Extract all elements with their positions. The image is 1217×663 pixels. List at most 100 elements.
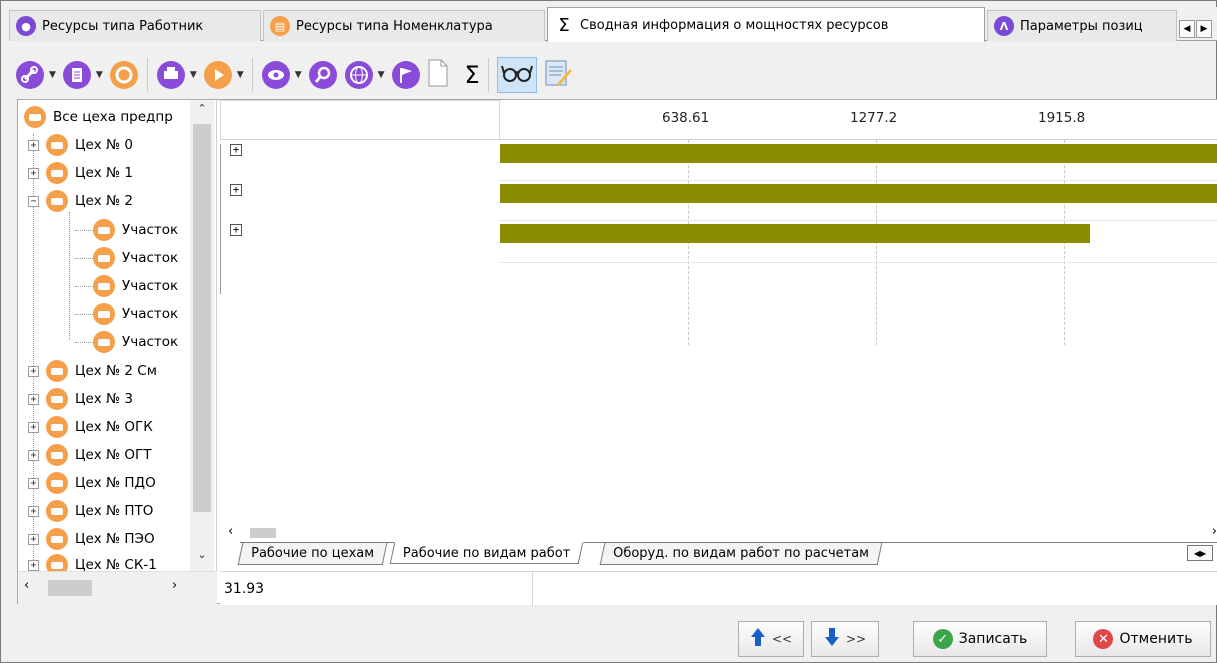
chevron-left-icon[interactable]: ‹ (228, 524, 233, 539)
expand-toggle[interactable]: + (28, 477, 39, 489)
tab-label: Ресурсы типа Работник (42, 18, 204, 34)
tree-child-item[interactable]: Участок (93, 273, 178, 299)
expand-toggle[interactable]: + (28, 139, 39, 151)
toolbar: ▼ ▼ ▼ ▼ ▼ ▼ Σ (15, 53, 1210, 97)
section-icon (93, 275, 115, 297)
expand-toggle[interactable]: + (28, 421, 39, 433)
chevron-down-icon[interactable]: ⌄ (190, 548, 214, 570)
tree-item[interactable]: + Цех № СК-1 (28, 552, 157, 571)
tree-root-label: Все цеха предпр (53, 109, 173, 125)
workshop-icon (46, 554, 68, 571)
tab-nomenclature[interactable]: ▤ Ресурсы типа Номенклатура (263, 10, 545, 41)
tab-scroll-left-button[interactable]: ◀ (1179, 20, 1195, 38)
sheet-tab-equipment-by-work-type[interactable]: Оборуд. по видам работ по расчетам (599, 543, 883, 565)
chevron-down-icon: ▼ (377, 70, 385, 80)
refresh-button[interactable] (109, 57, 139, 93)
move-down-button[interactable]: >> (811, 621, 879, 657)
tree-item[interactable]: + Цех № 0 (28, 132, 133, 158)
sheet-nav-button[interactable]: ◀▶ (1187, 545, 1213, 561)
tree-item-label: Цех № ОГТ (75, 447, 152, 463)
tab-label: Ресурсы типа Номенклатура (296, 18, 493, 34)
run-button[interactable]: ▼ (203, 57, 244, 93)
tree-child-item[interactable]: Участок (93, 245, 178, 271)
expand-toggle[interactable]: + (28, 449, 39, 461)
glasses-button[interactable] (496, 57, 537, 93)
flag-button[interactable] (391, 57, 421, 93)
edit-notes-button[interactable] (543, 57, 573, 93)
tree-item[interactable]: − Цех № 2 (28, 188, 133, 214)
expand-toggle[interactable]: + (28, 167, 39, 179)
section-icon (93, 219, 115, 241)
expand-toggle[interactable]: + (28, 393, 39, 405)
tree-item-label: Цех № 0 (75, 137, 133, 153)
tree-child-item[interactable]: Участок (93, 217, 178, 243)
glasses-icon (500, 61, 533, 89)
sheet-tab-workers-by-workshop[interactable]: Рабочие по цехам (237, 543, 388, 565)
tree-connector (75, 286, 93, 287)
expand-row-toggle[interactable]: + (230, 224, 242, 236)
tree-item[interactable]: + Цех № ОГК (28, 414, 153, 440)
expand-row-toggle[interactable]: + (230, 184, 242, 196)
tree-item[interactable]: + Цех № 3 (28, 386, 133, 412)
chevron-left-icon[interactable]: ‹ (24, 578, 29, 593)
row-separator (500, 180, 1217, 181)
tree-item[interactable]: + Цех № ПДО (28, 470, 156, 496)
search-icon (308, 60, 338, 90)
scroll-thumb[interactable] (48, 580, 92, 596)
tab-summary[interactable]: Σ Сводная информация о мощностях ресурсо… (547, 7, 985, 42)
scroll-thumb[interactable] (250, 528, 276, 538)
tree-horizontal-scrollbar[interactable]: ‹ › (18, 571, 217, 605)
tree-root[interactable]: Все цеха предпр (24, 104, 173, 130)
move-up-button[interactable]: << (738, 621, 804, 657)
expand-toggle[interactable]: + (28, 559, 39, 571)
expand-toggle[interactable]: + (28, 505, 39, 517)
tree-item-label: Цех № 2 См (75, 363, 157, 379)
tree-item[interactable]: + Цех № ОГТ (28, 442, 152, 468)
blank-page-icon (427, 59, 449, 91)
link-button[interactable]: ▼ (15, 57, 56, 93)
tree-child-item[interactable]: Участок (93, 301, 178, 327)
tab-parameters[interactable]: Λ Параметры позиц (987, 10, 1177, 41)
arrow-down-icon (824, 627, 840, 651)
sigma-icon: Σ (558, 14, 570, 36)
tree-item-label: Цех № ПДО (75, 475, 156, 491)
tab-workers[interactable]: ● Ресурсы типа Работник (9, 10, 261, 41)
scroll-thumb[interactable] (193, 124, 211, 512)
chevron-up-icon[interactable]: ⌃ (190, 102, 214, 124)
tree-connector (75, 342, 93, 343)
expand-toggle[interactable]: + (28, 533, 39, 545)
sum-button[interactable]: Σ (465, 57, 480, 93)
save-button[interactable]: ✓ Записать (913, 621, 1047, 657)
tree-connector (75, 230, 93, 231)
status-value: 31.93 (224, 581, 265, 597)
tab-scroll-right-button[interactable]: ▶ (1196, 20, 1212, 38)
collapse-toggle[interactable]: − (28, 195, 39, 207)
tree-child-item[interactable]: Участок (93, 329, 178, 355)
expand-toggle[interactable]: + (28, 365, 39, 377)
expand-row-toggle[interactable]: + (230, 144, 242, 156)
search-button[interactable] (308, 57, 338, 93)
print-button[interactable]: ▼ (156, 57, 197, 93)
eye-icon (261, 60, 291, 90)
sheet-tab-workers-by-work-type[interactable]: Рабочие по видам работ (389, 542, 584, 564)
section-icon (93, 247, 115, 269)
tree-item[interactable]: + Цех № ПЭО (28, 526, 155, 552)
row-separator (500, 220, 1217, 221)
grid-horizontal-scrollbar[interactable]: ‹ › (220, 524, 1217, 542)
document-button[interactable]: ▼ (62, 57, 103, 93)
new-page-button[interactable] (427, 57, 449, 93)
tree-item[interactable]: + Цех № 2 См (28, 358, 157, 384)
tree-item[interactable]: + Цех № 1 (28, 160, 133, 186)
workshop-icon (46, 444, 68, 466)
tree-item-label: Цех № ПЭО (75, 531, 155, 547)
tab-strip: ● Ресурсы типа Работник ▤ Ресурсы типа Н… (9, 7, 1217, 42)
tree-item[interactable]: + Цех № ПТО (28, 498, 153, 524)
arrow-up-icon (750, 627, 766, 651)
tree-vertical-scrollbar[interactable]: ⌃ ⌄ (190, 100, 214, 571)
cancel-button[interactable]: ✕ Отменить (1075, 621, 1211, 657)
toolbar-separator (146, 58, 148, 92)
chevron-right-icon[interactable]: › (172, 578, 177, 593)
globe-button[interactable]: ▼ (344, 57, 385, 93)
view-button[interactable]: ▼ (261, 57, 302, 93)
chevron-right-icon[interactable]: › (1212, 524, 1217, 539)
